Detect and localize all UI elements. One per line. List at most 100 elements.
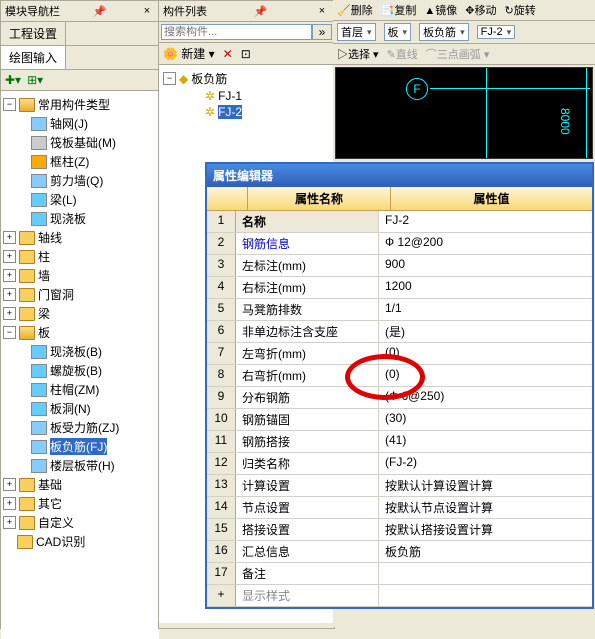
prop-row-2[interactable]: 2钢筋信息Ф 12@200 — [207, 233, 592, 255]
prop-value[interactable]: 1/1 — [379, 299, 592, 320]
tree-item-zj[interactable]: 板受力筋(ZJ) — [50, 419, 119, 436]
expand-icon[interactable]: + — [3, 478, 16, 491]
prop-row-13[interactable]: 13计算设置按默认计算设置计算 — [207, 475, 592, 497]
tree-item-foundation[interactable]: 基础 — [38, 476, 62, 493]
tree-tool2-icon[interactable]: ⊞▾ — [27, 73, 43, 87]
expand-icon[interactable]: + — [3, 288, 16, 301]
prop-row-11[interactable]: 11钢筋搭接(41) — [207, 431, 592, 453]
rotate-button[interactable]: ↻旋转 — [505, 2, 536, 18]
comp-item-fj2-selected[interactable]: FJ-2 — [218, 105, 242, 119]
comp-item-fj1[interactable]: FJ-1 — [218, 89, 242, 103]
category-combo[interactable]: 板 — [384, 23, 412, 41]
tree-item-lxb[interactable]: 螺旋板(B) — [50, 362, 102, 379]
tree-item-opening[interactable]: 门窗洞 — [38, 286, 74, 303]
prop-row-14[interactable]: 14节点设置按默认节点设置计算 — [207, 497, 592, 519]
tree-item-shearwall[interactable]: 剪力墙(Q) — [50, 172, 103, 189]
prop-value[interactable] — [379, 563, 592, 584]
prop-row-8[interactable]: 8右弯折(mm)(0) — [207, 365, 592, 387]
expand-icon[interactable]: + — [3, 231, 16, 244]
prop-value[interactable]: 1200 — [379, 277, 592, 298]
prop-row-4[interactable]: 4右标注(mm)1200 — [207, 277, 592, 299]
prop-value[interactable]: 按默认搭接设置计算 — [379, 519, 592, 540]
tree-item-raft[interactable]: 筏板基础(M) — [50, 134, 116, 151]
close-icon[interactable]: × — [314, 5, 330, 17]
delete-icon[interactable]: ✕ — [223, 47, 233, 61]
prop-row-18[interactable]: +显示样式 — [207, 585, 592, 607]
extra-icon[interactable]: ⊡ — [241, 47, 251, 61]
prop-value[interactable]: (30) — [379, 409, 592, 430]
expand-icon[interactable]: + — [3, 516, 16, 529]
prop-row-12[interactable]: 12归类名称(FJ-2) — [207, 453, 592, 475]
search-go-button[interactable]: » — [312, 24, 332, 40]
tree-item-lcbd[interactable]: 楼层板带(H) — [50, 457, 115, 474]
expand-icon[interactable]: + — [3, 269, 16, 282]
new-button[interactable]: 🌼 新建 ▾ — [163, 45, 215, 62]
prop-value[interactable]: (Ф 6@250) — [379, 387, 592, 408]
prop-row-15[interactable]: 15搭接设置按默认搭接设置计算 — [207, 519, 592, 541]
prop-value[interactable]: 按默认计算设置计算 — [379, 475, 592, 496]
drawing-canvas[interactable]: F 8000 — [335, 67, 593, 159]
tree-item-wall[interactable]: 墙 — [38, 267, 50, 284]
tree-item-beam[interactable]: 梁(L) — [50, 191, 77, 208]
tree-item-fj-selected[interactable]: 板负筋(FJ) — [50, 438, 107, 455]
prop-row-9[interactable]: 9分布钢筋(Ф 6@250) — [207, 387, 592, 409]
tree-item-column[interactable]: 柱 — [38, 248, 50, 265]
prop-value[interactable]: (0) — [379, 365, 592, 386]
prop-value[interactable]: Ф 12@200 — [379, 233, 592, 254]
prop-row-16[interactable]: 16汇总信息板负筋 — [207, 541, 592, 563]
select-button[interactable]: ▷选择 ▾ — [337, 46, 379, 62]
prop-row-10[interactable]: 10钢筋锚固(30) — [207, 409, 592, 431]
prop-value[interactable]: FJ-2 — [379, 211, 592, 232]
tree-item-axis[interactable]: 轴网(J) — [50, 115, 88, 132]
comp-root[interactable]: 板负筋 — [191, 70, 227, 87]
floor-combo[interactable]: 首层 — [337, 23, 376, 41]
prop-value[interactable] — [379, 585, 592, 606]
collapse-icon[interactable]: − — [163, 72, 176, 85]
pin-icon[interactable]: 📌 — [93, 5, 107, 18]
expand-icon[interactable]: + — [3, 497, 16, 510]
expand-icon[interactable]: + — [3, 250, 16, 263]
prop-row-7[interactable]: 7左弯折(mm)(0) — [207, 343, 592, 365]
tree-item-xjb[interactable]: 现浇板(B) — [50, 343, 102, 360]
prop-row-3[interactable]: 3左标注(mm)900 — [207, 255, 592, 277]
prop-value[interactable]: (FJ-2) — [379, 453, 592, 474]
prop-row-5[interactable]: 5马凳筋排数1/1 — [207, 299, 592, 321]
prop-value[interactable]: 按默认节点设置计算 — [379, 497, 592, 518]
mirror-button[interactable]: ▲镜像 — [424, 2, 457, 18]
tree-item-beam2[interactable]: 梁 — [38, 305, 50, 322]
tree-tool-icon[interactable]: ✚▾ — [5, 73, 21, 87]
collapse-icon[interactable]: − — [3, 326, 16, 339]
close-icon[interactable]: × — [139, 5, 155, 17]
collapse-icon[interactable]: − — [3, 98, 16, 111]
prop-row-6[interactable]: 6非单边标注含支座(是) — [207, 321, 592, 343]
prop-value[interactable]: (0) — [379, 343, 592, 364]
tree-item-zm[interactable]: 柱帽(ZM) — [50, 381, 99, 398]
copy-button[interactable]: 📑复制 — [381, 2, 417, 18]
prop-value[interactable]: (是) — [379, 321, 592, 342]
tab-draw-input[interactable]: 绘图输入 — [1, 46, 66, 69]
tree-item-other[interactable]: 其它 — [38, 495, 62, 512]
prop-row-1[interactable]: 1名称FJ-2 — [207, 211, 592, 233]
prop-value[interactable]: (41) — [379, 431, 592, 452]
tree-item-castslab[interactable]: 现浇板 — [50, 210, 86, 227]
prop-name: 左弯折(mm) — [236, 343, 379, 364]
search-input[interactable] — [161, 24, 312, 40]
type-combo[interactable]: 板负筋 — [419, 23, 469, 41]
pin-icon[interactable]: 📌 — [254, 5, 268, 18]
prop-row-index: 11 — [207, 431, 236, 452]
tree-item-cad[interactable]: CAD识别 — [36, 533, 85, 550]
tree-item-axisline[interactable]: 轴线 — [38, 229, 62, 246]
prop-value[interactable]: 900 — [379, 255, 592, 276]
tree-item-custom[interactable]: 自定义 — [38, 514, 74, 531]
component-combo[interactable]: FJ-2 — [477, 25, 516, 39]
tree-item-framecol[interactable]: 框柱(Z) — [50, 153, 89, 170]
expand-icon[interactable]: + — [3, 307, 16, 320]
tree-root[interactable]: 常用构件类型 — [38, 96, 110, 113]
prop-value[interactable]: 板负筋 — [379, 541, 592, 562]
tab-project-settings[interactable]: 工程设置 — [1, 22, 66, 45]
prop-row-17[interactable]: 17备注 — [207, 563, 592, 585]
tree-item-bd[interactable]: 板洞(N) — [50, 400, 91, 417]
delete-button[interactable]: 🧹删除 — [337, 2, 373, 18]
tree-item-slab2[interactable]: 板 — [38, 324, 50, 341]
move-button[interactable]: ✥移动 — [465, 2, 496, 18]
